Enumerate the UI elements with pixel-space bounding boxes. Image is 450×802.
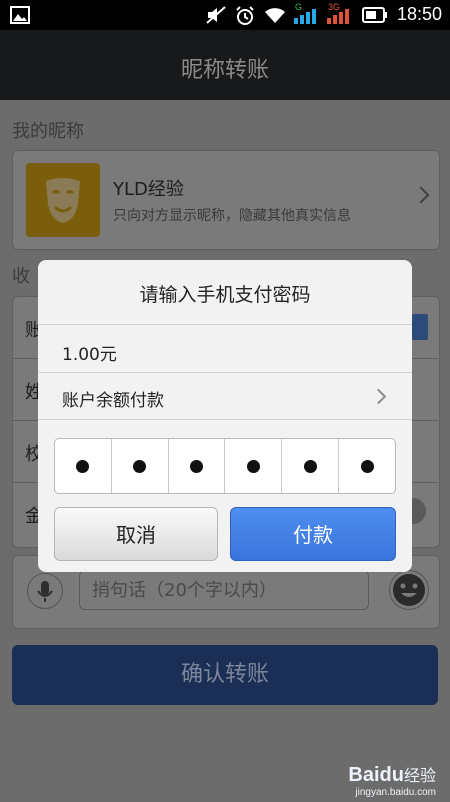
watermark-suffix: 经验 <box>403 768 436 785</box>
divider <box>38 419 412 420</box>
pin-input[interactable] <box>54 438 396 494</box>
pin-dot <box>246 459 260 473</box>
chevron-right-icon <box>370 388 387 405</box>
avatar <box>26 163 100 237</box>
payment-amount: 1.00元 <box>62 345 117 365</box>
nickname-section-label: 我的昵称 <box>12 121 84 142</box>
mask-icon <box>46 178 80 223</box>
chevron-right-icon <box>412 186 430 204</box>
mute-icon <box>206 6 226 24</box>
status-time: 18:50 <box>396 4 442 24</box>
page-title: 昵称转账 <box>180 58 269 83</box>
alarm-icon <box>236 6 254 25</box>
nickname: YLD经验 <box>113 179 184 200</box>
remark-input[interactable]: 捎句话（20个字以内） <box>79 570 369 610</box>
pin-cell <box>282 439 340 493</box>
pay-method-row[interactable]: 账户余额付款 <box>38 373 412 419</box>
payee-section-label: 收 <box>12 266 30 287</box>
pin-cell <box>169 439 226 493</box>
payment-password-dialog: 请输入手机支付密码 1.00元 账户余额付款 取消 付款 <box>38 260 412 572</box>
pay-button[interactable]: 付款 <box>230 507 396 561</box>
pin-dot <box>360 459 374 473</box>
wifi-icon <box>265 8 285 23</box>
pin-cell <box>55 439 112 493</box>
confirm-transfer-button[interactable]: 确认转账 <box>12 645 438 705</box>
watermark: Baidu经验 jingyan.baidu.com <box>348 762 436 798</box>
emoji-icon[interactable] <box>389 570 429 610</box>
title-bar: 昵称转账 <box>0 30 450 100</box>
dialog-title: 请输入手机支付密码 <box>139 284 311 306</box>
microphone-icon[interactable] <box>27 573 63 609</box>
pin-cell <box>112 439 169 493</box>
nickname-card[interactable]: YLD经验 只向对方显示昵称，隐藏其他真实信息 <box>12 150 440 250</box>
status-bar: G 3G 18:50 <box>0 0 450 30</box>
signal-icon <box>294 9 316 24</box>
pin-cell <box>225 439 283 493</box>
watermark-url: jingyan.baidu.com <box>355 787 436 798</box>
pay-method-label: 账户余额付款 <box>62 391 164 411</box>
image-icon <box>10 6 30 24</box>
pin-cell <box>339 439 395 493</box>
pin-dot <box>190 459 204 473</box>
pin-dot <box>303 459 317 473</box>
cancel-button[interactable]: 取消 <box>54 507 218 561</box>
pin-dot <box>133 459 147 473</box>
contact-icon[interactable] <box>412 314 428 340</box>
nickname-subtitle: 只向对方显示昵称，隐藏其他真实信息 <box>113 208 351 224</box>
watermark-brand: Baidu <box>348 764 404 786</box>
battery-icon <box>362 7 387 23</box>
pin-dot <box>76 459 90 473</box>
divider <box>38 324 412 325</box>
signal-icon-2 <box>327 9 349 24</box>
